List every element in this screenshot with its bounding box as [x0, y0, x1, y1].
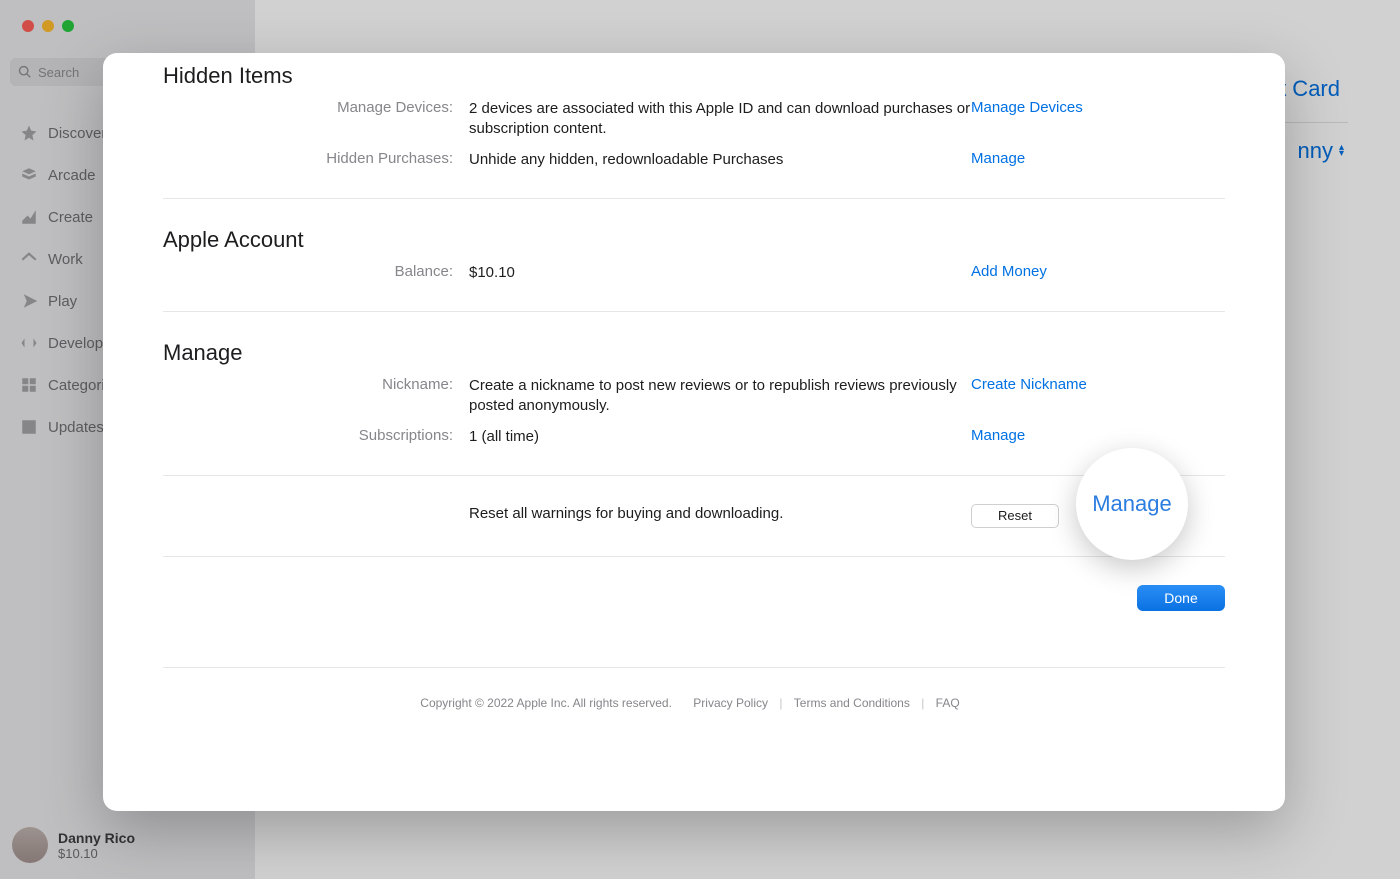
create-nickname-link[interactable]: Create Nickname	[971, 376, 1087, 393]
divider	[163, 311, 1225, 312]
callout-magnifier: Manage	[1076, 448, 1188, 560]
copyright-text: Copyright © 2022 Apple Inc. All rights r…	[420, 696, 672, 710]
hidden-purchases-label: Hidden Purchases:	[163, 150, 469, 170]
balance-value: $10.10	[469, 263, 971, 283]
reset-warnings-value: Reset all warnings for buying and downlo…	[469, 504, 971, 528]
subscriptions-manage-link[interactable]: Manage	[971, 427, 1025, 444]
nickname-label: Nickname:	[163, 376, 469, 417]
section-title-hidden-items: Hidden Items	[163, 63, 1225, 89]
balance-label: Balance:	[163, 263, 469, 283]
manage-devices-label: Manage Devices:	[163, 99, 469, 140]
footer-legal: Copyright © 2022 Apple Inc. All rights r…	[163, 696, 1225, 710]
callout-label: Manage	[1092, 491, 1172, 517]
manage-devices-link[interactable]: Manage Devices	[971, 99, 1083, 116]
terms-link[interactable]: Terms and Conditions	[794, 696, 910, 710]
divider	[163, 198, 1225, 199]
section-title-apple-account: Apple Account	[163, 227, 1225, 253]
account-settings-modal: Hidden Items Manage Devices: 2 devices a…	[103, 53, 1285, 811]
reset-button[interactable]: Reset	[971, 504, 1059, 528]
subscriptions-label: Subscriptions:	[163, 427, 469, 447]
manage-devices-value: 2 devices are associated with this Apple…	[469, 99, 971, 140]
add-money-link[interactable]: Add Money	[971, 263, 1047, 280]
faq-link[interactable]: FAQ	[936, 696, 960, 710]
section-title-manage: Manage	[163, 340, 1225, 366]
divider	[163, 667, 1225, 668]
divider	[163, 556, 1225, 557]
hidden-purchases-manage-link[interactable]: Manage	[971, 150, 1025, 167]
divider	[163, 475, 1225, 476]
reset-warnings-label	[163, 504, 469, 528]
privacy-policy-link[interactable]: Privacy Policy	[693, 696, 768, 710]
nickname-value: Create a nickname to post new reviews or…	[469, 376, 971, 417]
hidden-purchases-value: Unhide any hidden, redownloadable Purcha…	[469, 150, 971, 170]
subscriptions-value: 1 (all time)	[469, 427, 971, 447]
done-button[interactable]: Done	[1137, 585, 1225, 611]
